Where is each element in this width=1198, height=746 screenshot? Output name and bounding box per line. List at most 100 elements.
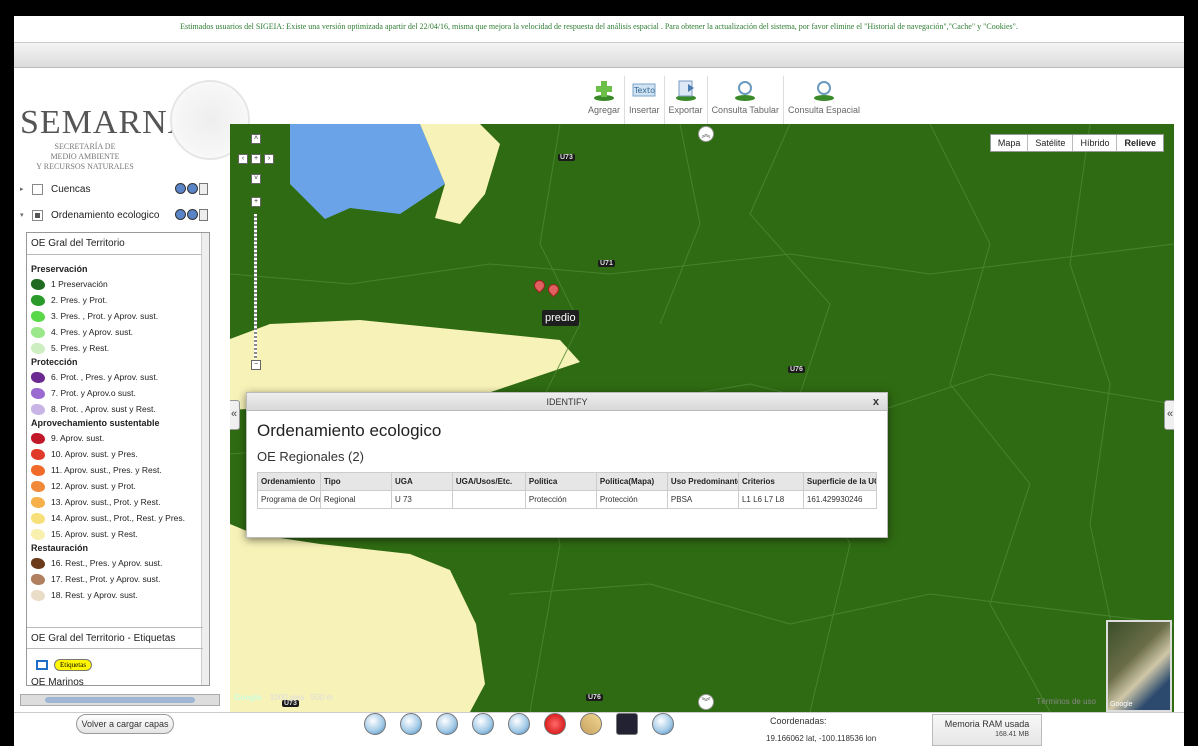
- etiquetas-toggle[interactable]: Etiquetas: [36, 659, 93, 671]
- legend-item: 14. Aprov. sust., Prot., Rest. y Pres.: [31, 510, 203, 526]
- legend-item: 9. Aprov. sust.: [31, 430, 203, 446]
- layer-label: Cuencas: [51, 183, 91, 195]
- legend-swatch-icon: [31, 512, 45, 524]
- sublayer-etiquetas[interactable]: OE Gral del Territorio - Etiquetas: [27, 627, 203, 649]
- plus-icon: [594, 81, 615, 101]
- consulta-tabular-button[interactable]: Consulta Tabular: [708, 76, 784, 124]
- opacity-stepper[interactable]: [199, 183, 208, 195]
- globe-icon[interactable]: [187, 183, 198, 194]
- table-header: Criterios: [737, 472, 804, 491]
- layer-checkbox[interactable]: [32, 209, 43, 221]
- table-header: Tipo: [319, 472, 392, 491]
- legend-swatch-icon: [31, 387, 45, 399]
- legend-item: 18. Rest. y Aprov. sust.: [31, 587, 203, 603]
- legend-swatch-icon: [31, 294, 45, 306]
- right-frame: [1184, 16, 1198, 746]
- sublayer-select[interactable]: OE Gral del Territorio: [27, 233, 209, 255]
- legend-item-label: 17. Rest., Prot. y Aprov. sust.: [51, 574, 161, 584]
- coordinates-label: Coordenadas:: [770, 716, 827, 726]
- scale-meters: 500 m: [310, 693, 333, 702]
- legend-swatch-icon: [31, 528, 45, 540]
- identify-tool-icon[interactable]: [436, 713, 458, 735]
- expand-icon[interactable]: ▸: [20, 185, 30, 193]
- table-header: Politica: [524, 472, 597, 491]
- sublayer-oe-marinos[interactable]: OE Marinos: [31, 677, 84, 685]
- legend-item-label: 12. Aprov. sust. y Prot.: [51, 481, 136, 491]
- zoom-in-tool-icon[interactable]: [364, 713, 386, 735]
- pan-up-button[interactable]: ˄: [251, 134, 261, 144]
- legend-item: 16. Rest., Pres. y Aprov. sust.: [31, 555, 203, 571]
- reload-layers-button[interactable]: Volver a cargar capas: [76, 714, 174, 734]
- measure-tool-icon[interactable]: [472, 713, 494, 735]
- overview-map[interactable]: Google: [1106, 620, 1172, 712]
- text-icon: Texto: [632, 83, 656, 97]
- pan-center-button[interactable]: +: [251, 154, 261, 164]
- table-cell: L1 L6 L7 L8: [737, 490, 804, 509]
- identify-table: Ordenamiento Tipo UGA UGA/Usos/Etc. Poli…: [257, 472, 878, 509]
- left-frame: [0, 16, 14, 746]
- legend-item-label: 9. Aprov. sust.: [51, 433, 105, 443]
- pan-left-button[interactable]: ‹: [238, 154, 248, 164]
- legend-swatch-icon: [31, 589, 45, 601]
- print-tool-icon[interactable]: [616, 713, 638, 735]
- expand-left-panel-button[interactable]: «: [230, 400, 240, 430]
- ruler-tool-icon[interactable]: [580, 713, 602, 735]
- legend-group-heading: Restauración: [31, 543, 89, 553]
- overview-google-logo: Google: [1110, 701, 1133, 708]
- zoom-slider[interactable]: [254, 214, 257, 359]
- collapse-up-button[interactable]: ︽: [698, 126, 714, 142]
- legend-item: 7. Prot. y Aprov.o sust.: [31, 385, 203, 401]
- layer-ordenamiento[interactable]: ▾ Ordenamiento ecologico: [20, 206, 159, 224]
- table-header: Uso Predominante: [666, 472, 739, 491]
- legend-swatch-icon: [31, 310, 45, 322]
- info-icon[interactable]: [175, 209, 186, 220]
- legend-item: 5. Pres. y Rest.: [31, 340, 203, 356]
- close-icon[interactable]: x: [873, 393, 879, 411]
- pan-tool-icon[interactable]: [508, 713, 530, 735]
- legend-item-label: 13. Aprov. sust., Prot. y Rest.: [51, 497, 161, 507]
- map-type-hibrido[interactable]: Híbrido: [1072, 135, 1117, 151]
- panel-horizontal-scrollbar[interactable]: [20, 694, 220, 706]
- pan-right-button[interactable]: ›: [264, 154, 274, 164]
- legend-swatch-icon: [31, 278, 45, 290]
- google-logo: Google: [234, 693, 262, 702]
- pan-down-button[interactable]: ˅: [251, 174, 261, 184]
- legend-item-label: 4. Pres. y Aprov. sust.: [51, 327, 134, 337]
- agregar-button[interactable]: Agregar: [584, 76, 626, 124]
- globe-icon[interactable]: [187, 209, 198, 220]
- map-type-satelite[interactable]: Satélite: [1027, 135, 1073, 151]
- zoom-in-button[interactable]: +: [251, 197, 261, 207]
- collapse-icon[interactable]: ▾: [20, 211, 30, 219]
- table-row[interactable]: Programa de Ordenamiento Regional U 73 P…: [257, 490, 878, 509]
- map-type-mapa[interactable]: Mapa: [990, 135, 1028, 151]
- zoom-out-tool-icon[interactable]: [400, 713, 422, 735]
- table-header: UGA: [390, 472, 453, 491]
- marker-tool-icon[interactable]: [544, 713, 566, 735]
- terms-of-use-link[interactable]: Términos de uso: [1036, 697, 1096, 706]
- table-header: Ordenamiento: [257, 472, 321, 491]
- info-icon[interactable]: [175, 183, 186, 194]
- map-type-control: Mapa Satélite Híbrido Relieve: [989, 134, 1164, 152]
- insertar-label: Insertar: [629, 105, 660, 115]
- collapse-down-button[interactable]: ︾: [698, 694, 714, 710]
- legend-item-label: 8. Prot. , Aprov. sust y Rest.: [51, 404, 156, 414]
- legend-panel: OE Gral del Territorio Preservación 1 Pre…: [26, 232, 210, 686]
- legend-item: 10. Aprov. sust. y Pres.: [31, 446, 203, 462]
- table-header: Politica(Mapa): [595, 472, 668, 491]
- zoom-out-button[interactable]: −: [251, 360, 261, 370]
- map-type-relieve[interactable]: Relieve: [1116, 135, 1163, 151]
- uga-badge: U73: [558, 154, 575, 161]
- layer-cuencas[interactable]: ▸ Cuencas: [20, 180, 90, 198]
- expand-right-panel-button[interactable]: «: [1164, 400, 1174, 430]
- layer-checkbox[interactable]: [32, 183, 43, 195]
- legend-item-label: 5. Pres. y Rest.: [51, 343, 110, 353]
- logo-subtitle-1: SECRETARÍA DE: [54, 142, 116, 151]
- consulta-espacial-button[interactable]: Consulta Espacial: [784, 76, 864, 124]
- exportar-button[interactable]: Exportar: [665, 76, 708, 124]
- top-frame: [0, 0, 1198, 16]
- help-tool-icon[interactable]: [652, 713, 674, 735]
- scrollbar-thumb[interactable]: [45, 697, 195, 703]
- opacity-stepper[interactable]: [199, 209, 208, 221]
- insertar-button[interactable]: Texto Insertar: [625, 76, 665, 124]
- legend-item-label: 18. Rest. y Aprov. sust.: [51, 590, 138, 600]
